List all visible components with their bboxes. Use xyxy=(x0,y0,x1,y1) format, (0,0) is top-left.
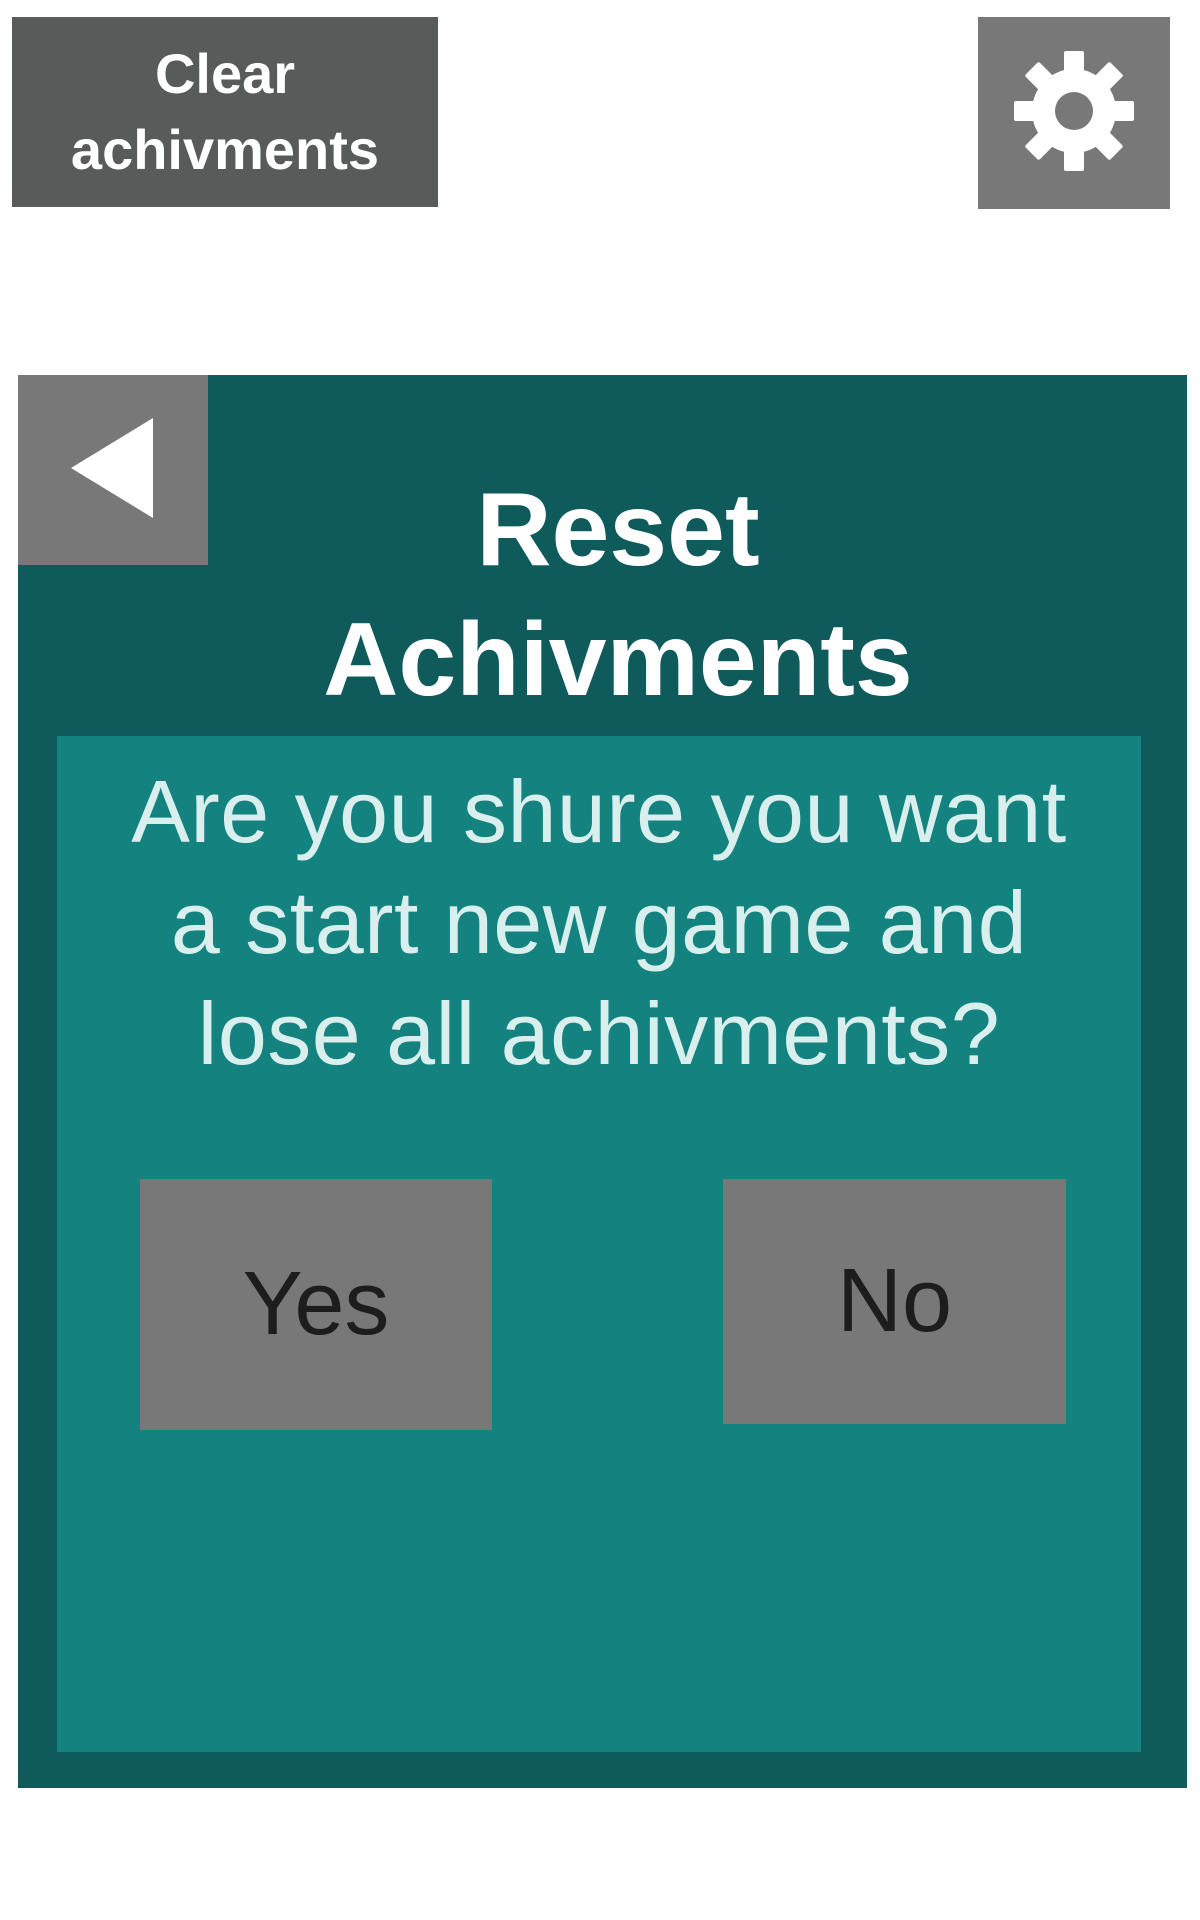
message-line1: Are you shure you want xyxy=(131,762,1067,861)
dialog-title-line1: Reset xyxy=(476,472,760,588)
clear-button-label-line2: achivments xyxy=(70,118,380,181)
settings-button[interactable] xyxy=(978,17,1170,209)
confirmation-message: Are you shure you want a start new game … xyxy=(77,756,1121,1089)
clear-button-label-line1: Clear xyxy=(154,42,296,105)
reset-achievements-dialog: Reset Achivments Are you shure you want … xyxy=(18,375,1187,1788)
back-button[interactable] xyxy=(18,375,208,565)
message-line2: a start new game and xyxy=(170,873,1028,972)
clear-achievements-button[interactable]: Clear achivments xyxy=(12,17,438,207)
no-button-label: No xyxy=(836,1251,953,1351)
top-bar: Clear achivments xyxy=(0,0,1200,240)
no-button[interactable]: No xyxy=(723,1179,1066,1424)
message-line3: lose all achivments? xyxy=(197,984,1001,1083)
yes-button-label: Yes xyxy=(242,1254,390,1354)
triangle-left-icon xyxy=(68,413,158,528)
dialog-body: Are you shure you want a start new game … xyxy=(57,736,1141,1752)
dialog-title-line2: Achivments xyxy=(323,602,913,718)
gear-icon xyxy=(1013,50,1135,177)
dialog-title: Reset Achivments xyxy=(218,465,1018,725)
yes-button[interactable]: Yes xyxy=(140,1179,492,1430)
